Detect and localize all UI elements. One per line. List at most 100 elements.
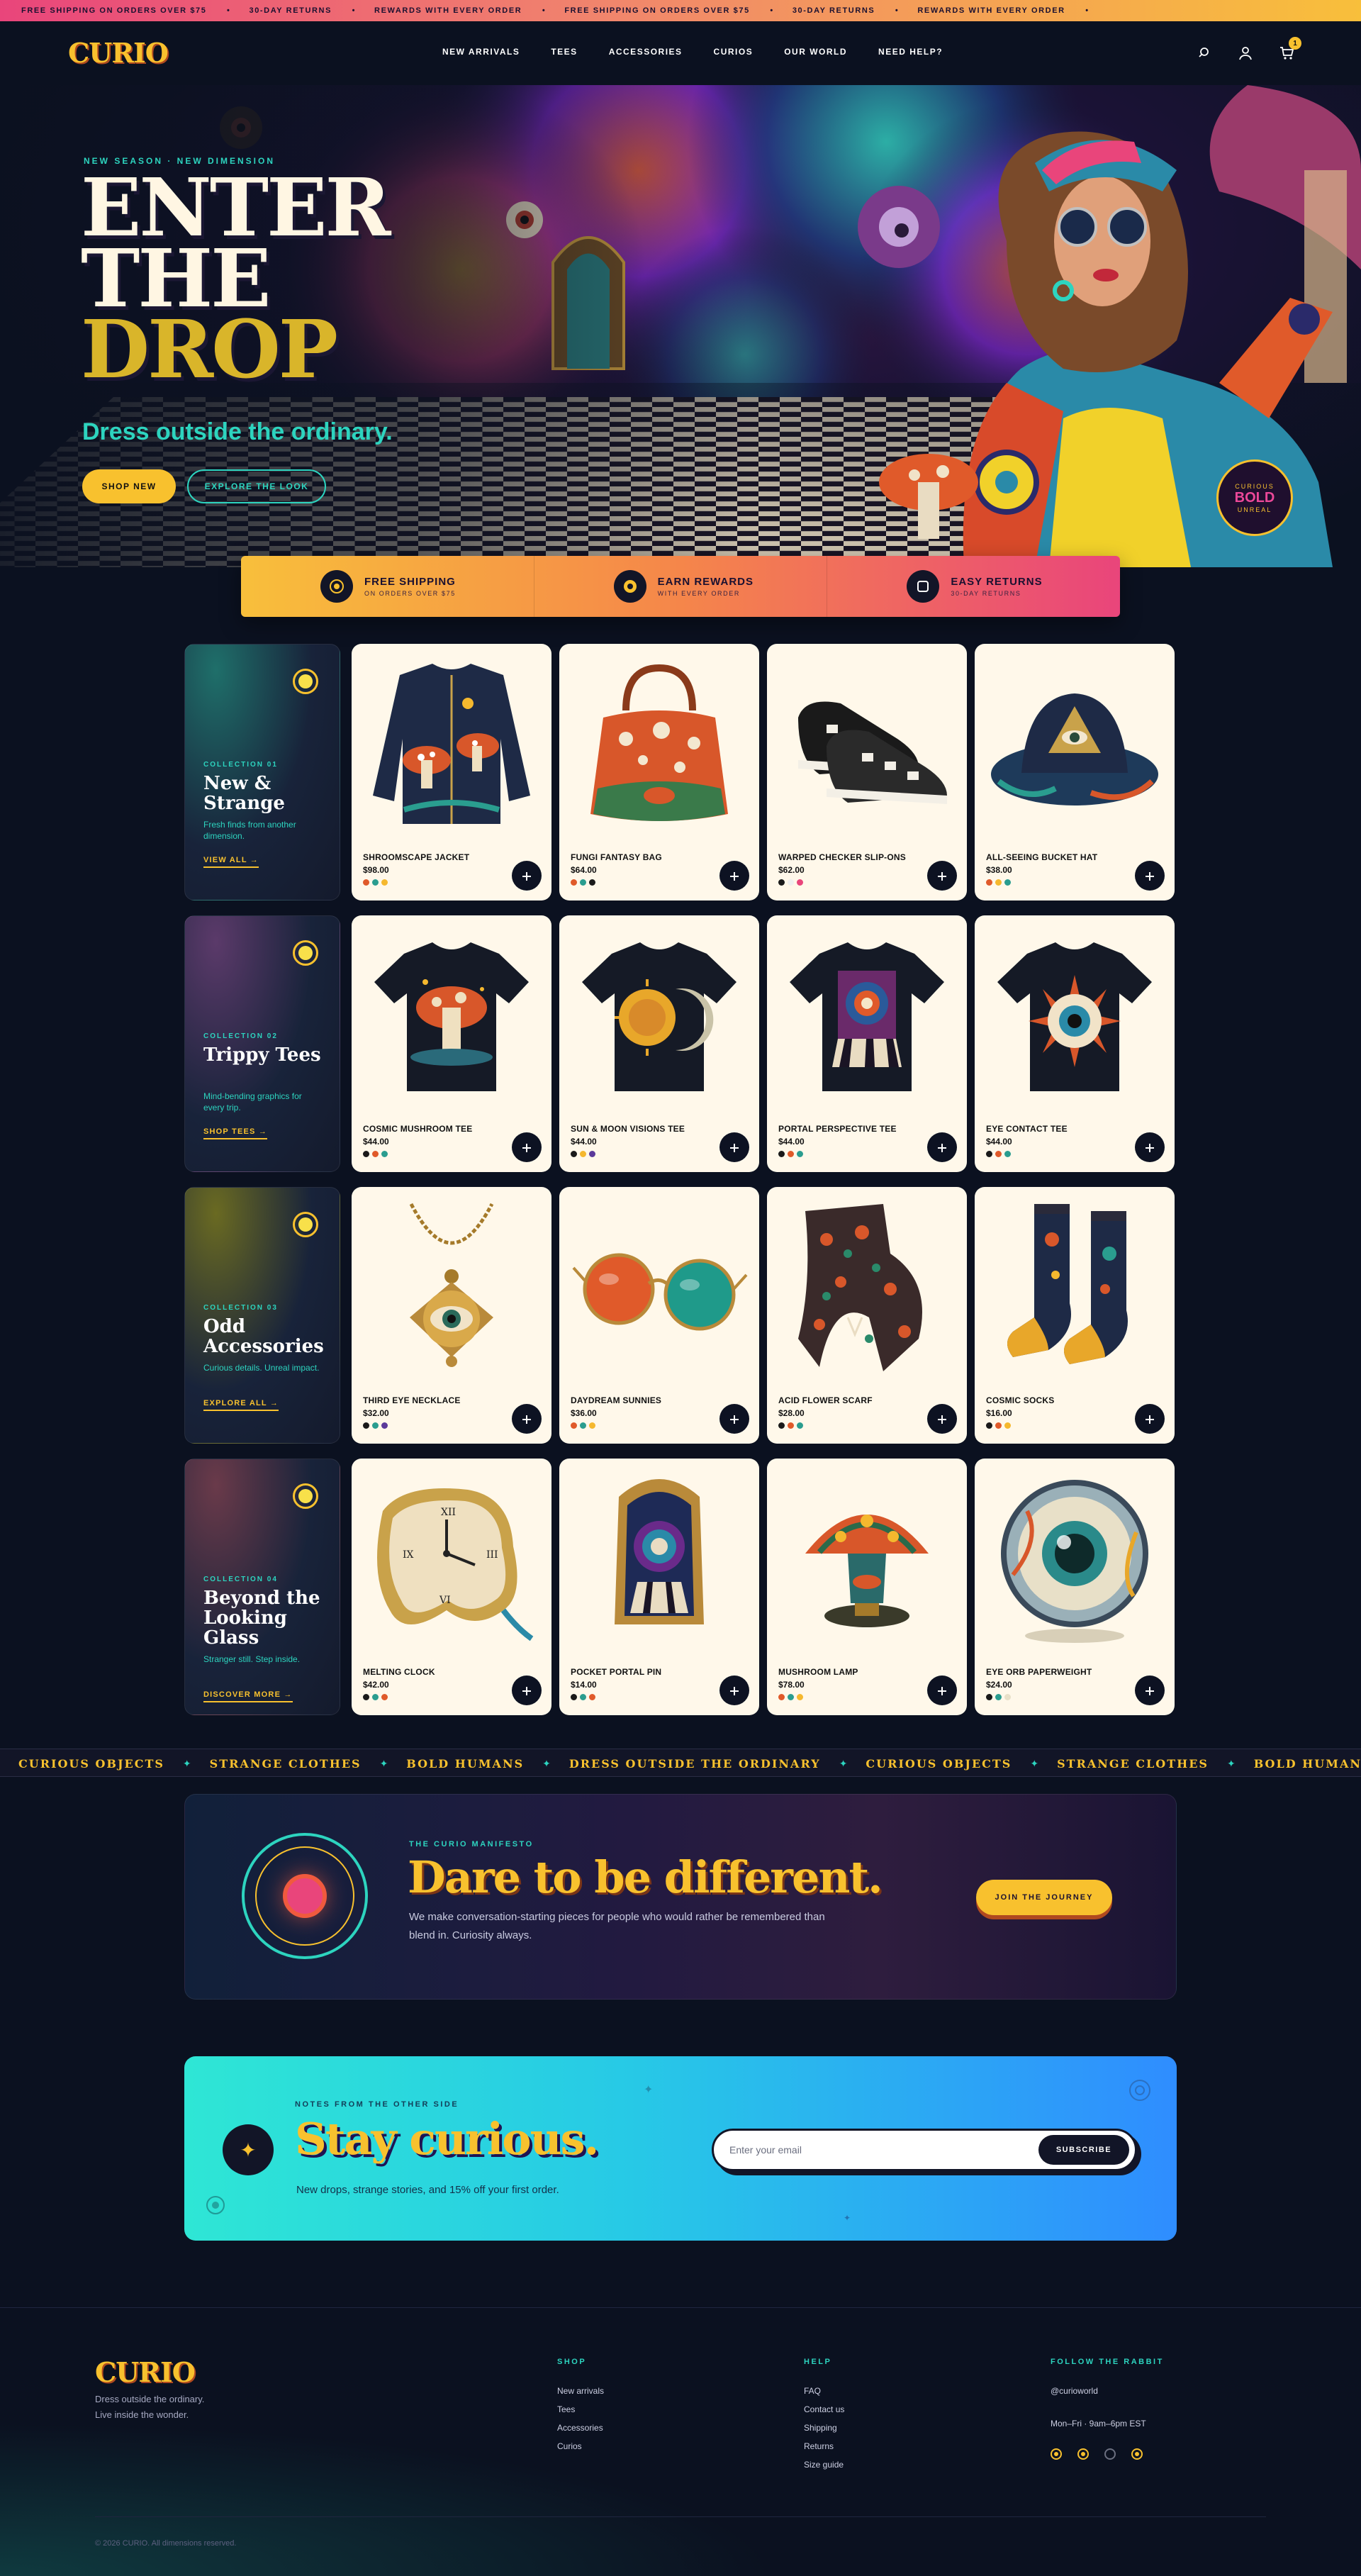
- color-swatch[interactable]: [571, 1151, 577, 1157]
- product-card[interactable]: EYE ORB PAPERWEIGHT $24.00: [975, 1459, 1175, 1715]
- color-swatch[interactable]: [778, 1151, 785, 1157]
- product-card[interactable]: THIRD EYE NECKLACE $32.00: [352, 1187, 551, 1444]
- product-image[interactable]: [362, 654, 542, 834]
- footer-help-link[interactable]: FAQ: [804, 2386, 844, 2396]
- color-swatch[interactable]: [778, 879, 785, 886]
- color-swatch[interactable]: [580, 879, 586, 886]
- product-image[interactable]: [569, 654, 749, 834]
- footer-shop-link[interactable]: Accessories: [557, 2423, 604, 2433]
- add-to-cart-button[interactable]: [927, 1675, 957, 1705]
- product-card[interactable]: ALL-SEEING BUCKET HAT $38.00: [975, 644, 1175, 901]
- product-card[interactable]: WARPED CHECKER SLIP-ONS $62.00: [767, 644, 967, 901]
- instagram-icon[interactable]: [1051, 2448, 1062, 2460]
- product-image[interactable]: [777, 654, 957, 834]
- add-to-cart-button[interactable]: [512, 1675, 542, 1705]
- color-swatch[interactable]: [1004, 1694, 1011, 1700]
- cart-icon[interactable]: 1: [1279, 37, 1301, 61]
- add-to-cart-button[interactable]: [927, 1132, 957, 1162]
- social-handle[interactable]: @curioworld: [1051, 2386, 1164, 2396]
- color-swatch[interactable]: [986, 1422, 992, 1429]
- color-swatch[interactable]: [778, 1694, 785, 1700]
- color-swatch[interactable]: [381, 1151, 388, 1157]
- color-swatch[interactable]: [372, 879, 379, 886]
- youtube-icon[interactable]: [1104, 2448, 1116, 2460]
- add-to-cart-button[interactable]: [512, 861, 542, 891]
- site-logo[interactable]: CURIO: [68, 37, 169, 69]
- footer-logo[interactable]: CURIO: [95, 2356, 196, 2388]
- color-swatch[interactable]: [571, 1422, 577, 1429]
- color-swatch[interactable]: [363, 879, 369, 886]
- join-journey-button[interactable]: JOIN THE JOURNEY: [976, 1880, 1112, 1915]
- color-swatch[interactable]: [797, 879, 803, 886]
- product-card[interactable]: XII III VI IX MELTING CLOCK $42.00: [352, 1459, 551, 1715]
- footer-help-link[interactable]: Size guide: [804, 2460, 844, 2470]
- collection-link[interactable]: VIEW ALL →: [203, 856, 259, 868]
- nav-link-curios[interactable]: CURIOS: [714, 47, 754, 57]
- add-to-cart-button[interactable]: [719, 1132, 749, 1162]
- color-swatch[interactable]: [986, 1151, 992, 1157]
- color-swatch[interactable]: [363, 1422, 369, 1429]
- color-swatch[interactable]: [788, 1151, 794, 1157]
- add-to-cart-button[interactable]: [1135, 1675, 1165, 1705]
- product-image[interactable]: [777, 925, 957, 1105]
- color-swatch[interactable]: [589, 1694, 595, 1700]
- footer-shop-link[interactable]: Tees: [557, 2404, 604, 2414]
- explore-look-button[interactable]: EXPLORE THE LOOK: [187, 469, 326, 503]
- collection-card[interactable]: COLLECTION 02 Trippy Tees Mind-bending gra…: [184, 915, 340, 1172]
- color-swatch[interactable]: [589, 1422, 595, 1429]
- add-to-cart-button[interactable]: [512, 1132, 542, 1162]
- product-image[interactable]: [985, 654, 1165, 834]
- pinterest-icon[interactable]: [1131, 2448, 1143, 2460]
- product-card[interactable]: COSMIC MUSHROOM TEE $44.00: [352, 915, 551, 1172]
- product-image[interactable]: [569, 925, 749, 1105]
- product-card[interactable]: MUSHROOM LAMP $78.00: [767, 1459, 967, 1715]
- footer-help-link[interactable]: Shipping: [804, 2423, 844, 2433]
- product-image[interactable]: [362, 1197, 542, 1377]
- email-field[interactable]: [729, 2144, 1038, 2156]
- nav-link-accessories[interactable]: ACCESSORIES: [609, 47, 683, 57]
- color-swatch[interactable]: [788, 879, 794, 886]
- color-swatch[interactable]: [571, 879, 577, 886]
- color-swatch[interactable]: [797, 1694, 803, 1700]
- color-swatch[interactable]: [381, 1694, 388, 1700]
- product-image[interactable]: XII III VI IX: [362, 1468, 542, 1649]
- color-swatch[interactable]: [381, 1422, 388, 1429]
- add-to-cart-button[interactable]: [927, 861, 957, 891]
- nav-link-new-arrivals[interactable]: NEW ARRIVALS: [442, 47, 520, 57]
- nav-link-need-help[interactable]: NEED HELP?: [878, 47, 943, 57]
- color-swatch[interactable]: [372, 1694, 379, 1700]
- color-swatch[interactable]: [363, 1694, 369, 1700]
- account-icon[interactable]: [1238, 45, 1253, 61]
- color-swatch[interactable]: [995, 879, 1002, 886]
- collection-link[interactable]: DISCOVER MORE →: [203, 1690, 293, 1702]
- color-swatch[interactable]: [589, 1151, 595, 1157]
- footer-shop-link[interactable]: Curios: [557, 2441, 604, 2451]
- product-card[interactable]: SHROOMSCAPE JACKET $98.00: [352, 644, 551, 901]
- color-swatch[interactable]: [788, 1422, 794, 1429]
- product-image[interactable]: [569, 1197, 749, 1377]
- nav-link-our-world[interactable]: OUR WORLD: [784, 47, 847, 57]
- collection-card[interactable]: COLLECTION 03 Odd Accessories Curious deta…: [184, 1187, 340, 1444]
- search-icon[interactable]: [1197, 45, 1212, 61]
- color-swatch[interactable]: [1004, 1151, 1011, 1157]
- add-to-cart-button[interactable]: [512, 1404, 542, 1434]
- color-swatch[interactable]: [986, 1694, 992, 1700]
- product-card[interactable]: SUN & MOON VISIONS TEE $44.00: [559, 915, 759, 1172]
- product-card[interactable]: FUNGI FANTASY BAG $64.00: [559, 644, 759, 901]
- nav-link-tees[interactable]: TEES: [551, 47, 577, 57]
- color-swatch[interactable]: [580, 1422, 586, 1429]
- add-to-cart-button[interactable]: [927, 1404, 957, 1434]
- product-card[interactable]: DAYDREAM SUNNIES $36.00: [559, 1187, 759, 1444]
- color-swatch[interactable]: [363, 1151, 369, 1157]
- add-to-cart-button[interactable]: [719, 1404, 749, 1434]
- color-swatch[interactable]: [1004, 879, 1011, 886]
- color-swatch[interactable]: [797, 1422, 803, 1429]
- color-swatch[interactable]: [778, 1422, 785, 1429]
- footer-shop-link[interactable]: New arrivals: [557, 2386, 604, 2396]
- color-swatch[interactable]: [995, 1422, 1002, 1429]
- product-card[interactable]: PORTAL PERSPECTIVE TEE $44.00: [767, 915, 967, 1172]
- color-swatch[interactable]: [589, 879, 595, 886]
- color-swatch[interactable]: [986, 879, 992, 886]
- product-image[interactable]: [362, 925, 542, 1105]
- collection-link[interactable]: SHOP TEES →: [203, 1127, 268, 1139]
